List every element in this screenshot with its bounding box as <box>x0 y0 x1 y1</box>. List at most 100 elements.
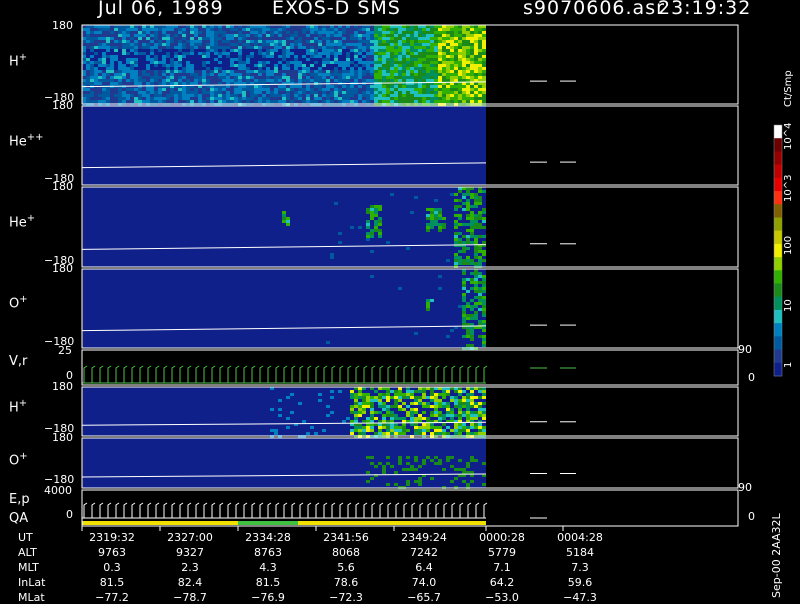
heatmap-cell <box>458 223 462 226</box>
heatmap-cell <box>414 429 418 432</box>
heatmap-cell <box>474 205 478 208</box>
heatmap-cell <box>154 28 158 31</box>
heatmap-cell <box>170 64 174 67</box>
heatmap-cell <box>378 61 382 64</box>
heatmap-cell <box>306 73 310 76</box>
heatmap-cell <box>382 94 386 97</box>
heatmap-cell <box>186 52 190 55</box>
heatmap-cell <box>394 432 398 435</box>
heatmap-cell <box>306 46 310 49</box>
heatmap-cell <box>114 46 118 49</box>
heatmap-cell <box>442 79 446 82</box>
heatmap-cell <box>314 31 318 34</box>
heatmap-cell <box>478 432 482 435</box>
heatmap-cell <box>398 37 402 40</box>
heatmap-cell <box>126 58 130 61</box>
heatmap-cell <box>278 55 282 58</box>
heatmap-cell <box>390 396 394 399</box>
heatmap-cell <box>338 43 342 46</box>
heatmap-cell <box>362 393 366 396</box>
heatmap-cell <box>86 100 90 103</box>
heatmap-cell <box>482 278 486 281</box>
heatmap-cell <box>318 399 322 402</box>
colorbar-tick-1000: 10^3 <box>783 174 794 202</box>
heatmap-cell <box>410 58 414 61</box>
heatmap-cell <box>302 64 306 67</box>
heatmap-cell <box>350 67 354 70</box>
heatmap-cell <box>226 70 230 73</box>
heatmap-cell <box>166 46 170 49</box>
heatmap-cell <box>478 250 482 253</box>
heatmap-cell <box>430 46 434 49</box>
heatmap-cell <box>398 43 402 46</box>
heatmap-cell <box>386 399 390 402</box>
heatmap-cell <box>138 46 142 49</box>
heatmap-cell <box>482 311 486 314</box>
heatmap-cell <box>262 88 266 91</box>
heatmap-cell <box>170 82 174 85</box>
heatmap-cell <box>450 37 454 40</box>
heatmap-cell <box>430 52 434 55</box>
heatmap-cell <box>266 55 270 58</box>
heatmap-cell <box>330 97 334 100</box>
heatmap-cell <box>250 79 254 82</box>
heatmap-cell <box>442 64 446 67</box>
heatmap-cell <box>98 43 102 46</box>
heatmap-cell <box>166 97 170 100</box>
heatmap-cell <box>286 79 290 82</box>
heatmap-cell <box>86 88 90 91</box>
heatmap-cell <box>418 91 422 94</box>
heatmap-cell <box>218 37 222 40</box>
heatmap-cell <box>350 34 354 37</box>
heatmap-cell <box>442 58 446 61</box>
heatmap-cell <box>458 214 462 217</box>
heatmap-cell <box>450 43 454 46</box>
heatmap-cell <box>326 88 330 91</box>
heatmap-cell <box>482 61 486 64</box>
heatmap-cell <box>94 40 98 43</box>
heatmap-cell <box>374 94 378 97</box>
heatmap-cell <box>238 100 242 103</box>
heatmap-cell <box>246 43 250 46</box>
heatmap-cell <box>350 94 354 97</box>
heatmap-cell <box>286 220 290 223</box>
heatmap-cell <box>354 393 358 396</box>
heatmap-cell <box>326 79 330 82</box>
heatmap-cell <box>382 465 386 468</box>
heatmap-cell <box>162 34 166 37</box>
heatmap-cell <box>330 70 334 73</box>
heatmap-cell <box>430 97 434 100</box>
heatmap-cell <box>258 34 262 37</box>
heatmap-cell <box>366 85 370 88</box>
heatmap-cell <box>182 67 186 70</box>
heatmap-cell <box>390 97 394 100</box>
heatmap-cell <box>450 58 454 61</box>
heatmap-cell <box>410 43 414 46</box>
heatmap-cell <box>438 417 442 420</box>
heatmap-cell <box>346 37 350 40</box>
heatmap-cell <box>482 67 486 70</box>
heatmap-cell <box>238 85 242 88</box>
heatmap-cell <box>282 85 286 88</box>
heatmap-cell <box>258 73 262 76</box>
header-time: 23:19:32 <box>658 0 752 19</box>
heatmap-cell <box>478 46 482 49</box>
heatmap-cell <box>426 46 430 49</box>
panel-label-heplus: He+ <box>9 213 36 231</box>
heatmap-cell <box>310 49 314 52</box>
heatmap-cell <box>478 202 482 205</box>
heatmap-cell <box>226 43 230 46</box>
heatmap-cell <box>458 305 462 308</box>
heatmap-cell <box>162 43 166 46</box>
heatmap-cell <box>422 31 426 34</box>
heatmap-cell <box>374 58 378 61</box>
heatmap-cell <box>170 61 174 64</box>
heatmap-cell <box>474 256 478 259</box>
heatmap-cell <box>402 402 406 405</box>
heatmap-cell <box>330 94 334 97</box>
heatmap-cell <box>482 76 486 79</box>
heatmap-cell <box>98 94 102 97</box>
heatmap-cell <box>94 28 98 31</box>
heatmap-cell <box>178 94 182 97</box>
heatmap-cell <box>466 278 470 281</box>
